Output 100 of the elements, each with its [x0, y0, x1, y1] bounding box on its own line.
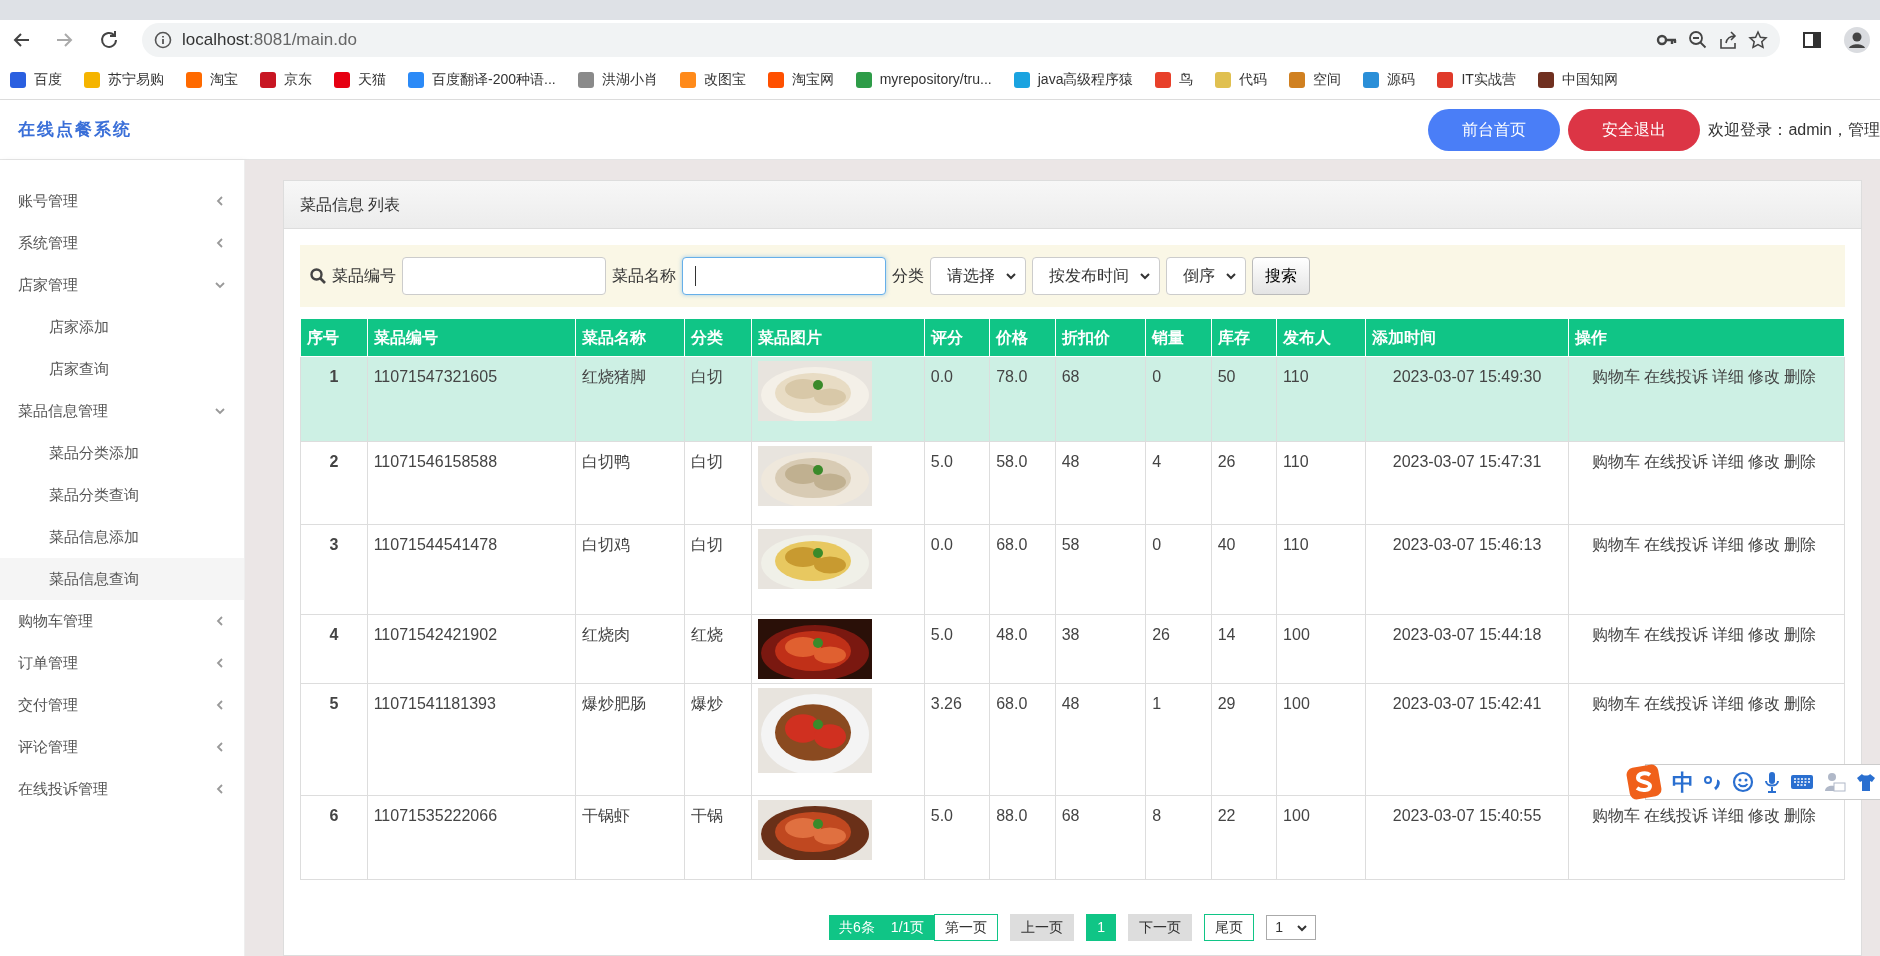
bookmark[interactable]: 苏宁易购 [84, 69, 164, 90]
microphone-icon[interactable] [1764, 771, 1780, 793]
zoom-out-icon[interactable] [1688, 30, 1708, 50]
sidebar-menu-item[interactable]: 在线投诉管理 [0, 768, 244, 810]
bookmark[interactable]: 鸟 [1155, 69, 1194, 90]
action-link[interactable]: 购物车 [1592, 453, 1641, 470]
action-link[interactable]: 删除 [1784, 695, 1817, 712]
action-link[interactable]: 修改 [1748, 536, 1781, 553]
page-button[interactable]: 下一页 [1128, 914, 1193, 941]
table-cell: 爆炒 [685, 683, 752, 796]
profile-icon[interactable] [1844, 27, 1870, 53]
sidebar-subitem[interactable]: 菜品信息查询 [0, 558, 244, 600]
action-link[interactable]: 修改 [1748, 807, 1781, 824]
sidebar-subitem[interactable]: 店家添加 [0, 306, 244, 348]
address-bar[interactable]: localhost:8081/main.do [142, 23, 1780, 57]
bookmark[interactable]: 代码 [1215, 69, 1268, 90]
logout-button[interactable]: 安全退出 [1568, 108, 1701, 151]
action-link[interactable]: 购物车 [1592, 807, 1641, 824]
bookmark[interactable]: myrepository/tru... [855, 69, 992, 90]
action-link[interactable]: 详细 [1712, 536, 1745, 553]
dropdown[interactable]: 请选择 [930, 257, 1026, 295]
action-link[interactable]: 详细 [1712, 807, 1745, 824]
bookmark[interactable]: java高级程序猿 [1013, 69, 1134, 90]
sidebar-menu-item[interactable]: 购物车管理 [0, 600, 244, 642]
action-link[interactable]: 详细 [1712, 626, 1745, 643]
action-link[interactable]: 修改 [1748, 626, 1781, 643]
action-link[interactable]: 详细 [1712, 453, 1745, 470]
input-field[interactable] [682, 257, 886, 295]
table-cell: 58 [1055, 524, 1146, 615]
bookmark[interactable]: 洪湖小肖 [577, 69, 658, 90]
action-link[interactable]: 删除 [1784, 626, 1817, 643]
action-link[interactable]: 购物车 [1592, 536, 1641, 553]
action-link[interactable]: 在线投诉 [1644, 626, 1709, 643]
bookmark[interactable]: 京东 [260, 69, 312, 90]
action-link[interactable]: 修改 [1748, 368, 1781, 385]
page-button[interactable]: 尾页 [1204, 914, 1255, 941]
bookmark[interactable]: 百度 [10, 69, 62, 90]
action-link[interactable]: 删除 [1784, 807, 1817, 824]
sidebar-menu-item[interactable]: 评论管理 [0, 726, 244, 768]
bookmark[interactable]: 淘宝 [186, 69, 238, 90]
table-cell: 干锅虾 [575, 795, 685, 880]
action-link[interactable]: 购物车 [1592, 626, 1641, 643]
action-link[interactable]: 购物车 [1592, 368, 1641, 385]
page-button[interactable]: 第一页 [934, 914, 999, 941]
share-icon[interactable] [1718, 30, 1738, 50]
dropdown[interactable]: 按发布时间 [1032, 257, 1160, 295]
emoji-icon[interactable] [1732, 771, 1754, 793]
action-link[interactable]: 修改 [1748, 453, 1781, 470]
action-link[interactable]: 修改 [1748, 695, 1781, 712]
star-icon[interactable] [1748, 30, 1768, 50]
column-header: 操作 [1568, 318, 1845, 357]
action-link[interactable]: 在线投诉 [1644, 453, 1709, 470]
sidebar-menu-item[interactable]: 系统管理 [0, 222, 244, 264]
side-panel-icon[interactable] [1802, 30, 1822, 50]
page-summary: 共6条 1/1页 [829, 915, 935, 940]
bookmark[interactable]: 天猫 [334, 69, 386, 90]
search-button[interactable]: 搜索 [1252, 257, 1310, 295]
home-button[interactable]: 前台首页 [1428, 108, 1561, 151]
action-link[interactable]: 详细 [1712, 368, 1745, 385]
table-row[interactable]: 4 11071542421902 红烧肉 红烧 5.0 48.0 38 26 14 100 2023-03-07 15:44:18 购物车 在线投诉 详细 修改 删除 [300, 614, 1845, 684]
sidebar-menu-item[interactable]: 交付管理 [0, 684, 244, 726]
info-icon[interactable] [154, 31, 172, 49]
action-link[interactable]: 在线投诉 [1644, 695, 1709, 712]
sidebar-menu-item[interactable]: 订单管理 [0, 642, 244, 684]
sidebar-subitem[interactable]: 菜品信息添加 [0, 516, 244, 558]
bookmark[interactable]: 空间 [1289, 69, 1342, 90]
sidebar-subitem[interactable]: 菜品分类查询 [0, 474, 244, 516]
page-button[interactable]: 上一页 [1010, 914, 1075, 941]
sidebar-subitem[interactable]: 菜品分类添加 [0, 432, 244, 474]
input-field[interactable] [402, 257, 606, 295]
bookmark[interactable]: 中国知网 [1537, 69, 1618, 90]
sidebar-menu-item[interactable]: 账号管理 [0, 180, 244, 222]
action-link[interactable]: 删除 [1784, 536, 1817, 553]
ime-logo-icon[interactable] [1626, 764, 1662, 800]
column-header: 序号 [300, 318, 368, 357]
dropdown[interactable]: 倒序 [1166, 257, 1246, 295]
action-link[interactable]: 删除 [1784, 368, 1817, 385]
table-row[interactable]: 3 11071544541478 白切鸡 白切 0.0 68.0 58 0 40 110 2023-03-07 15:46:13 购物车 在线投诉 详细 修改 删除 [300, 524, 1845, 615]
reload-icon[interactable] [98, 29, 120, 51]
bookmark[interactable]: 淘宝网 [767, 69, 834, 90]
bookmark[interactable]: 改图宝 [679, 69, 746, 90]
bookmark[interactable]: 百度翻译-200种语... [408, 69, 556, 90]
action-link[interactable]: 在线投诉 [1644, 807, 1709, 824]
key-icon[interactable] [1656, 32, 1678, 48]
sidebar-menu-item[interactable]: 菜品信息管理 [0, 390, 244, 432]
table-cell: 3 [300, 524, 368, 615]
action-link[interactable]: 详细 [1712, 695, 1745, 712]
bookmark[interactable]: 源码 [1363, 69, 1416, 90]
table-row[interactable]: 1 11071547321605 红烧猪脚 白切 0.0 78.0 68 0 50 110 2023-03-07 15:49:30 购物车 在线投诉 详细 修改 删除 [300, 356, 1845, 442]
sidebar-menu-item[interactable]: 店家管理 [0, 264, 244, 306]
action-link[interactable]: 在线投诉 [1644, 536, 1709, 553]
shirt-icon[interactable] [1856, 772, 1876, 792]
table-row[interactable]: 2 11071546158588 白切鸭 白切 5.0 58.0 48 4 26 110 2023-03-07 15:47:31 购物车 在线投诉 详细 修改 删除 [300, 441, 1845, 525]
page-dropdown[interactable]: 1 [1266, 915, 1316, 940]
action-link[interactable]: 删除 [1784, 453, 1817, 470]
sidebar-subitem[interactable]: 店家查询 [0, 348, 244, 390]
action-link[interactable]: 购物车 [1592, 695, 1641, 712]
keyboard-icon[interactable] [1790, 773, 1814, 791]
action-link[interactable]: 在线投诉 [1644, 368, 1709, 385]
bookmark[interactable]: IT实战营 [1437, 69, 1516, 90]
